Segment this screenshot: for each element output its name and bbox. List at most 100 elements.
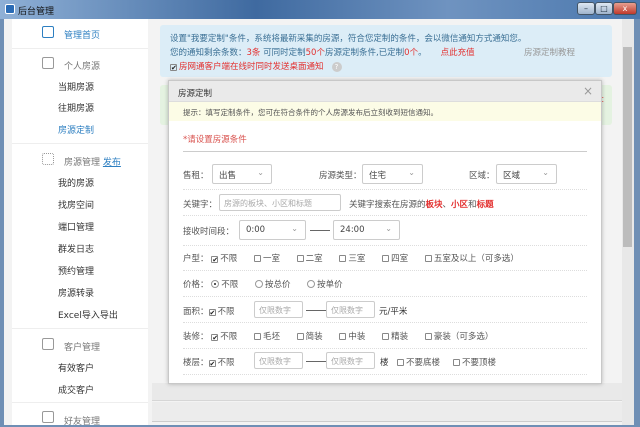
no-top-checkbox[interactable]: 不要顶楼 (453, 356, 496, 368)
sidebar-item-space[interactable]: 找房空间 (12, 198, 148, 211)
sidebar-item-transfer[interactable]: 房源转录 (12, 286, 148, 299)
help-icon[interactable]: ? (331, 62, 342, 72)
divider (183, 245, 587, 246)
limit-count: 50个 (305, 48, 325, 58)
price-option-total[interactable]: 按总价 (254, 280, 290, 290)
t: 和 (468, 200, 477, 210)
range-dash (306, 361, 326, 362)
checkbox-icon (382, 333, 390, 340)
desktop-notify-checkbox[interactable]: ✔ 房网通客户端在线时同时发送桌面通知? (170, 60, 342, 72)
close-window-button[interactable]: x (613, 2, 637, 15)
layout-option-3[interactable]: 三室 (339, 254, 365, 264)
layout-row: 户型： ✔ 不限 一室 二室 三室 四室 五室及以上（可多选） (183, 252, 533, 264)
scrollbar[interactable] (622, 19, 634, 425)
decor-option-2[interactable]: 简装 (296, 332, 323, 342)
publish-link[interactable]: 发布 (103, 158, 121, 168)
keyword-input[interactable]: 房源的板块、小区和标题 (219, 194, 341, 211)
t: 可同时定制 (260, 48, 306, 58)
no-bottom-checkbox[interactable]: 不要底楼 (397, 356, 440, 368)
sidebar-item-log[interactable]: 群发日志 (12, 242, 148, 255)
minimize-button[interactable]: – (577, 2, 595, 15)
radio-icon (254, 280, 263, 288)
floor-row: 楼层：✔ 不限 (183, 356, 235, 368)
close-icon[interactable]: × (583, 84, 593, 98)
decor-label: 装修： (183, 332, 209, 342)
info-line2: 您的通知剩余条数：3条 可同时定制50个房源定制条件,已定制0个。 点此充值 (170, 46, 475, 58)
layout-option-4[interactable]: 四室 (382, 254, 408, 264)
checkbox-icon: ✔ (211, 256, 219, 264)
sidebar-item-home[interactable]: 管理首页 (12, 28, 148, 41)
group-listing-label: 房源管理 (64, 158, 101, 168)
keyword-hint: 关键字搜索在房源的板块、小区和标题 (349, 198, 494, 210)
price-option-unit[interactable]: 按单价 (307, 280, 343, 290)
sidebar-item-past[interactable]: 往期房源 (12, 101, 148, 114)
sidebar-item-deal[interactable]: 成交客户 (12, 383, 148, 396)
time-to-select[interactable]: 24:00 ⌄ (333, 220, 400, 240)
tutorial-link[interactable]: 房源定制教程 (524, 46, 575, 58)
floor-min-input[interactable]: 仅限数字 (254, 352, 303, 369)
remaining-count: 3条 (246, 48, 261, 58)
t: 三室 (348, 254, 366, 264)
customized-count: 0个 (404, 48, 419, 58)
floor-nolimit-checkbox[interactable]: ✔ 不限 (208, 358, 235, 368)
recharge-link[interactable]: 点此充值 (441, 48, 475, 58)
window-titlebar: 后台管理 – □ x (0, 0, 640, 19)
time-label: 接收时间段： (183, 227, 235, 237)
checkbox-icon: ✔ (208, 309, 216, 317)
maximize-button[interactable]: □ (595, 2, 613, 15)
layout-option-nolimit[interactable]: ✔ 不限 (211, 254, 237, 264)
decor-option-3[interactable]: 中装 (339, 332, 365, 342)
size-nolimit-checkbox[interactable]: ✔ 不限 (208, 307, 235, 317)
divider (183, 322, 587, 323)
t: 简装 (305, 332, 323, 342)
type-select[interactable]: 住宅 ⌄ (362, 164, 423, 184)
sidebar: 管理首页 个人房源 当期房源 往期房源 房源定制 房源管理 发布 我的房源 找房… (12, 19, 148, 427)
divider (183, 189, 587, 190)
dialog-title: 房源定制 (178, 89, 213, 99)
floor-unit: 楼 (380, 358, 389, 368)
sidebar-item-current[interactable]: 当期房源 (12, 80, 148, 93)
sidebar-item-port[interactable]: 端口管理 (12, 220, 148, 233)
t: 四室 (391, 254, 409, 264)
desktop-notify-label: 房网通客户端在线时同时发送桌面通知 (179, 62, 324, 72)
t: 。 (418, 48, 427, 58)
sale-label: 售租： (183, 171, 209, 181)
t: 不限 (220, 332, 238, 342)
price-label: 价格： (183, 280, 209, 290)
t: 、 (442, 200, 452, 210)
floor-max-input[interactable]: 仅限数字 (326, 352, 375, 369)
t: 不限 (217, 358, 235, 368)
type-value: 住宅 (369, 171, 387, 181)
t: 豪装（可多选） (433, 332, 494, 342)
t: 您的通知剩余条数： (170, 48, 247, 58)
layout-option-1[interactable]: 一室 (253, 254, 280, 264)
time-from-select[interactable]: 0:00 ⌄ (239, 220, 306, 240)
size-min-input[interactable]: 仅限数字 (254, 301, 303, 318)
checkbox-icon (296, 255, 304, 262)
radio-icon (211, 280, 220, 288)
price-option-nolimit[interactable]: 不限 (211, 280, 238, 290)
decor-option-1[interactable]: 毛坯 (253, 332, 280, 342)
decor-option-5[interactable]: 豪装（可多选） (424, 332, 494, 342)
sidebar-item-my[interactable]: 我的房源 (12, 176, 148, 189)
sale-select[interactable]: 出售 ⌄ (212, 164, 272, 184)
sidebar-item-booking[interactable]: 预约管理 (12, 264, 148, 277)
sidebar-item-custom[interactable]: 房源定制 (12, 123, 148, 136)
sidebar-item-valid[interactable]: 有效客户 (12, 361, 148, 374)
t: 不要底楼 (406, 358, 441, 368)
decor-option-nolimit[interactable]: ✔ 不限 (211, 332, 237, 342)
scrollbar-thumb[interactable] (623, 47, 632, 247)
app-icon (5, 4, 15, 14)
divider (183, 270, 587, 271)
decor-option-4[interactable]: 精装 (382, 332, 408, 342)
checkbox-icon (253, 255, 261, 262)
sidebar-item-excel[interactable]: Excel导入导出 (12, 308, 148, 321)
layout-option-2[interactable]: 二室 (296, 254, 323, 264)
area-select[interactable]: 区域 ⌄ (496, 164, 557, 184)
divider (183, 151, 587, 152)
layout-option-5[interactable]: 五室及以上（可多选） (424, 254, 519, 264)
t: 不限 (217, 307, 235, 317)
size-max-input[interactable]: 仅限数字 (326, 301, 375, 318)
chevron-down-icon: ⌄ (291, 224, 298, 233)
t: 毛坯 (262, 332, 280, 342)
